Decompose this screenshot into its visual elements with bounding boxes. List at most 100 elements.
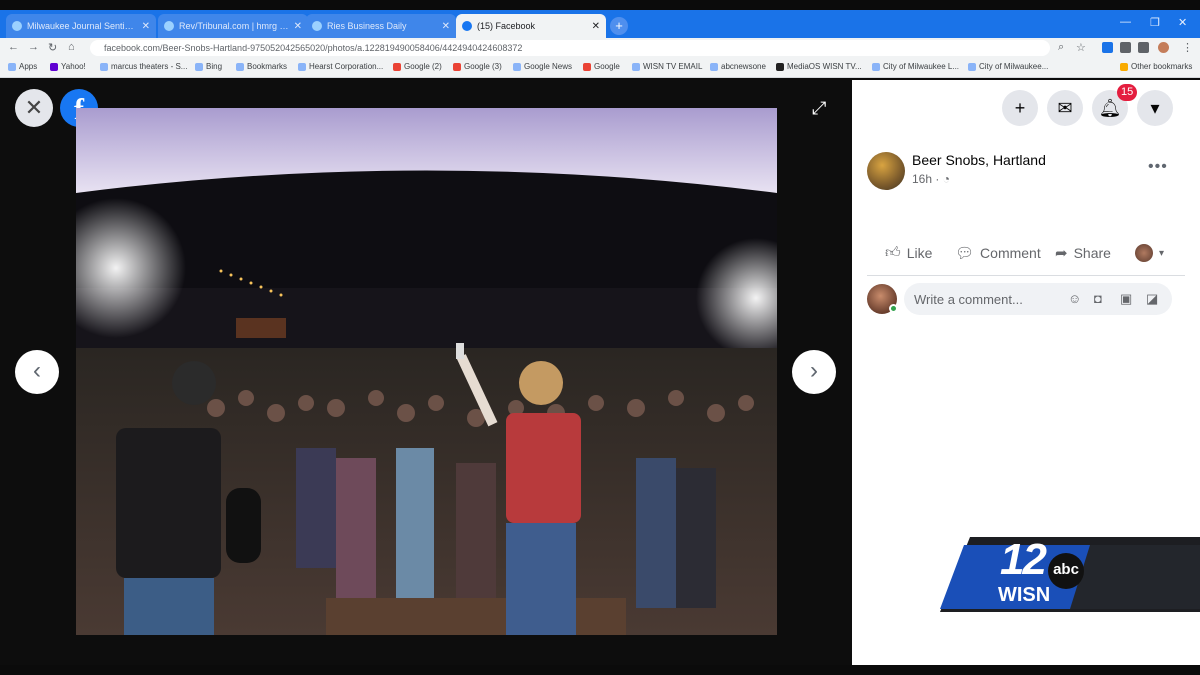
create-plus-icon[interactable]: + [1002,90,1038,126]
url-text: facebook.com/Beer-Snobs-Hartland-9750520… [104,43,523,53]
concert-crowd-image [76,108,777,635]
bookmark-item[interactable]: marcus theaters - S... [100,62,187,71]
post-timestamp[interactable]: 16h · ◔ [912,172,950,186]
screenshot-frame: Milwaukee Journal Sentinel - MJS ✕ Rev/T… [0,0,1200,675]
chrome-menu-icon[interactable]: ⋮ [1182,41,1193,54]
profile-avatar-icon[interactable] [1158,42,1169,53]
comment-label: Comment [980,245,1041,261]
tab-close-icon[interactable]: ✕ [294,21,302,32]
home-icon[interactable]: ⌂ [68,41,75,53]
other-bookmarks[interactable]: Other bookmarks [1120,62,1192,71]
post-time-text: 16h · [912,172,940,186]
bookmark-item[interactable]: Bing [195,62,222,71]
tab-favicon-icon [12,21,22,31]
bookmark-item[interactable]: Apps [8,62,37,71]
bookmark-item[interactable]: Google (2) [393,62,442,71]
tab-title: (15) Facebook [477,21,536,31]
gif-icon[interactable]: ▣ [1120,291,1132,307]
camera-icon[interactable]: ◘ [1094,291,1102,306]
bookmark-favicon-icon [968,62,976,71]
tab-close-icon[interactable]: ✕ [142,21,150,32]
tab-favicon-icon [164,21,174,31]
tab-close-icon[interactable]: ✕ [592,21,600,32]
comment-placeholder: Write a comment... [914,292,1023,307]
bookmark-star-icon[interactable]: ☆ [1076,41,1086,54]
share-button[interactable]: ➦ Share [1055,244,1111,262]
bookmark-favicon-icon [632,62,640,71]
concert-photo [76,108,777,635]
extensions-puzzle-icon[interactable] [1138,42,1149,53]
google-icon [583,62,591,71]
abc-network-logo: abc [1048,553,1084,589]
bookmark-item[interactable]: Hearst Corporation... [298,62,383,71]
bookmark-item[interactable]: abcnewsone [710,62,766,71]
forward-icon[interactable]: → [28,41,39,53]
next-photo-button[interactable]: › [792,350,836,394]
tab-title: Ries Business Daily [327,21,407,31]
browser-tab[interactable]: Ries Business Daily ✕ [306,14,456,38]
sticker-icon[interactable]: ◪ [1146,291,1158,307]
profile-avatar-icon [1135,244,1153,262]
post-options-icon[interactable]: ••• [1148,158,1168,176]
browser-tab[interactable]: Rev/Tribunal.com | hmrg | ... ✕ [158,14,308,38]
bookmark-favicon-icon [236,62,244,71]
page-avatar[interactable] [867,152,905,190]
bookmark-favicon-icon [776,62,784,71]
station-number: 12 [1000,535,1047,584]
yahoo-icon [50,62,58,71]
bookmarks-bar: Apps Yahoo! marcus theaters - S... Bing … [0,58,1200,78]
extension-icon[interactable] [1120,42,1131,53]
browser-tab-active[interactable]: (15) Facebook ✕ [456,14,606,38]
zoom-icon[interactable]: ⌕ [1058,41,1064,54]
address-bar[interactable]: facebook.com/Beer-Snobs-Hartland-9750520… [90,40,1050,56]
folder-icon [1120,62,1128,71]
extension-icon[interactable] [1102,42,1113,53]
like-button[interactable]: 👍︎ Like [885,244,932,262]
browser-toolbar: ← → ↻ ⌂ facebook.com/Beer-Snobs-Hartland… [0,38,1200,58]
tab-favicon-icon [312,21,322,31]
bookmark-item[interactable]: City of Milwaukee L... [872,62,959,71]
bookmark-favicon-icon [710,62,718,71]
previous-photo-button[interactable]: ‹ [15,350,59,394]
station-name: WISN [998,584,1051,606]
share-label: Share [1073,245,1111,261]
maximize-icon[interactable]: ❐ [1150,16,1160,29]
back-icon[interactable]: ← [8,41,19,53]
post-actions: 👍︎ Like 💬︎ Comment ➦ Share ▾ [867,238,1185,268]
google-news-icon [513,62,521,71]
share-arrow-icon: ➦ [1055,245,1068,262]
new-tab-button[interactable]: + [610,17,628,35]
browser-tab[interactable]: Milwaukee Journal Sentinel - MJS ✕ [6,14,156,38]
bookmark-item[interactable]: City of Milwaukee... [968,62,1048,71]
bookmark-item[interactable]: MediaOS WISN TV... [776,62,862,71]
reload-icon[interactable]: ↻ [48,41,57,54]
bookmark-favicon-icon [298,62,306,71]
online-status-dot [889,304,898,313]
facebook-favicon-icon [462,21,472,31]
wisn-station-logo: 12 WISN abc [940,535,1200,612]
browser-tab-strip: Milwaukee Journal Sentinel - MJS ✕ Rev/T… [0,10,1200,38]
bookmark-item[interactable]: WISN TV EMAIL [632,62,702,71]
comment-button[interactable]: 💬︎ Comment [955,244,1041,262]
bookmark-item[interactable]: Google [583,62,620,71]
bookmark-favicon-icon [872,62,880,71]
bookmark-favicon-icon [195,62,203,71]
bookmark-item[interactable]: Google News [513,62,572,71]
bookmark-item[interactable]: Yahoo! [50,62,86,71]
bookmark-item[interactable]: Bookmarks [236,62,287,71]
tab-title: Rev/Tribunal.com | hmrg | ... [179,21,289,31]
close-viewer-button[interactable]: ✕ [15,89,53,127]
minimize-icon[interactable]: — [1120,16,1131,28]
tab-close-icon[interactable]: ✕ [442,21,450,32]
bookmark-item[interactable]: Google (3) [453,62,502,71]
emoji-icon[interactable]: ☺ [1068,291,1081,306]
react-as-selector[interactable]: ▾ [1135,244,1164,262]
google-icon [393,62,401,71]
comment-input[interactable]: Write a comment... ☺ ◘ ▣ ◪ [904,283,1172,315]
close-window-icon[interactable]: ✕ [1178,16,1187,29]
post-author-name[interactable]: Beer Snobs, Hartland [912,152,1046,168]
account-menu-chevron-icon[interactable]: ▾ [1137,90,1173,126]
fullscreen-expand-icon[interactable]: ⤢ [812,98,826,119]
globe-icon: ◔ [942,172,950,186]
messenger-icon[interactable]: ✉ [1047,90,1083,126]
